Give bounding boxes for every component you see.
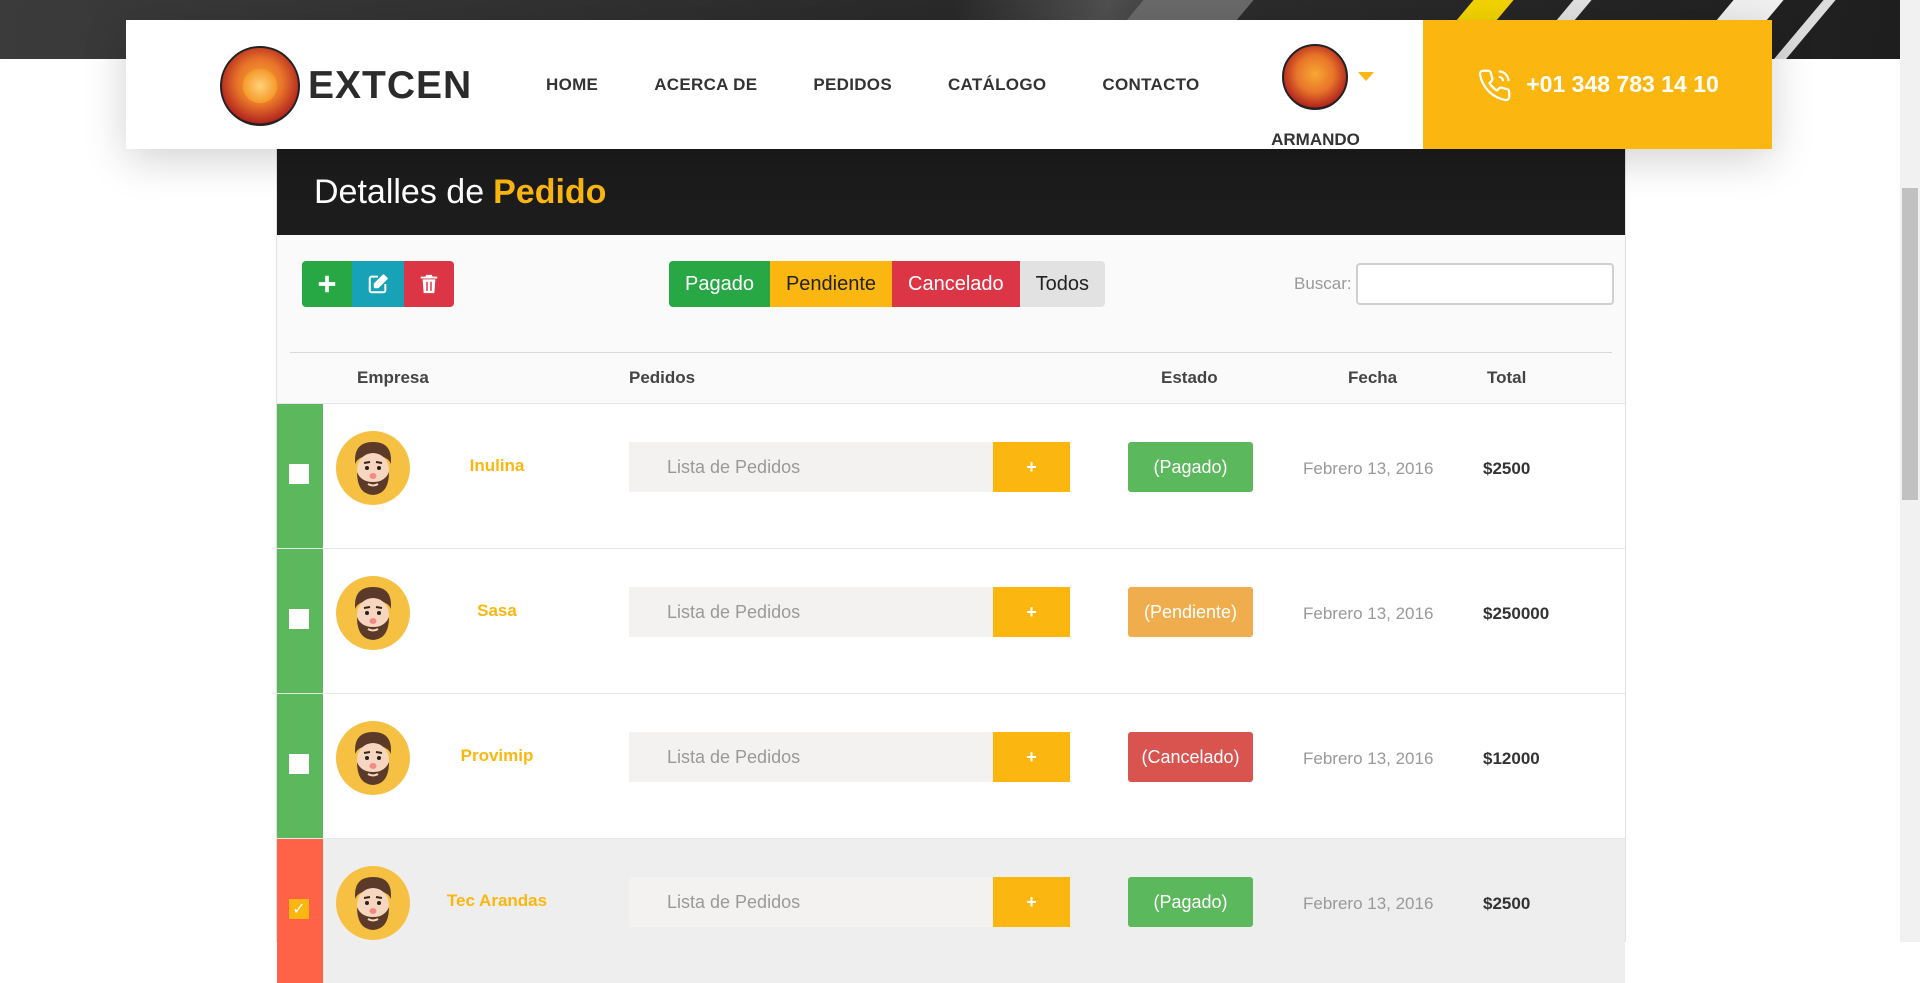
status-badge: (Pendiente) — [1128, 587, 1253, 637]
phone-icon — [1479, 69, 1511, 101]
caret-down-icon[interactable] — [1358, 72, 1374, 81]
row-orders-group: + — [629, 587, 1070, 637]
column-header-estado[interactable]: Estado — [1161, 368, 1218, 388]
status-filter: Pagado Pendiente Cancelado Todos — [669, 261, 1106, 307]
nav-pedidos[interactable]: PEDIDOS — [813, 75, 892, 95]
action-buttons — [302, 261, 454, 307]
edit-button[interactable] — [352, 261, 404, 307]
bearded-man-avatar-icon — [336, 576, 410, 650]
top-navbar: EXTCEN HOME ACERCA DE PEDIDOS CATÁLOGO C… — [126, 20, 1772, 149]
nav-catalogo[interactable]: CATÁLOGO — [948, 75, 1046, 95]
row-date: Febrero 13, 2016 — [1303, 459, 1434, 478]
row-date: Febrero 13, 2016 — [1303, 604, 1434, 623]
user-avatar[interactable] — [1282, 44, 1348, 110]
column-header-total[interactable]: Total — [1487, 368, 1526, 388]
phone-contact[interactable]: +01 348 783 14 10 — [1423, 20, 1772, 149]
nav-contacto[interactable]: CONTACTO — [1102, 75, 1199, 95]
order-details-panel: Detalles de Pedido Pagado Pendiente Canc… — [276, 149, 1626, 983]
trash-icon — [420, 274, 438, 294]
status-badge: (Pagado) — [1128, 877, 1253, 927]
add-button[interactable] — [302, 261, 352, 307]
row-orders-group: + — [629, 732, 1070, 782]
nav-home[interactable]: HOME — [546, 75, 598, 95]
filter-todos[interactable]: Todos — [1019, 261, 1106, 307]
status-badge: (Cancelado) — [1128, 732, 1253, 782]
filter-pendiente[interactable]: Pendiente — [769, 261, 893, 307]
row-orders-group: + — [629, 442, 1070, 492]
row-company-name[interactable]: Tec Arandas — [437, 839, 557, 963]
bearded-man-avatar-icon — [336, 431, 410, 505]
edit-icon — [368, 274, 388, 294]
panel-header: Detalles de Pedido — [277, 149, 1625, 235]
add-order-button[interactable]: + — [993, 587, 1070, 637]
column-header-fecha[interactable]: Fecha — [1348, 368, 1397, 388]
status-badge: (Pagado) — [1128, 442, 1253, 492]
row-total: $2500 — [1483, 459, 1531, 478]
bearded-man-avatar-icon — [336, 866, 410, 940]
delete-button[interactable] — [404, 261, 454, 307]
table-row[interactable]: Provimip + (Cancelado) Febrero 13, 2016 … — [277, 693, 1625, 838]
nav-acerca-de[interactable]: ACERCA DE — [654, 75, 757, 95]
brand-logo[interactable]: EXTCEN — [220, 46, 472, 126]
row-total: $12000 — [1483, 749, 1540, 768]
filter-cancelado[interactable]: Cancelado — [892, 261, 1020, 307]
column-header-pedidos[interactable]: Pedidos — [629, 368, 695, 388]
column-header-empresa[interactable]: Empresa — [357, 368, 429, 388]
row-checkbox[interactable] — [289, 464, 309, 484]
logo-emblem-icon — [220, 46, 300, 126]
add-order-button[interactable]: + — [993, 442, 1070, 492]
orders-list-field[interactable] — [629, 732, 993, 782]
table-row[interactable]: ✓ Tec Arandas + (Pagado) Febrero 13, 201… — [277, 838, 1625, 983]
add-order-button[interactable]: + — [993, 877, 1070, 927]
bearded-man-avatar-icon — [336, 721, 410, 795]
search-input[interactable] — [1355, 263, 1614, 305]
table-header: Empresa Pedidos Estado Fecha Total — [290, 352, 1612, 403]
search-label: Buscar: — [1294, 274, 1352, 293]
phone-number: +01 348 783 14 10 — [1526, 71, 1719, 97]
scrollbar-thumb[interactable] — [1902, 188, 1918, 500]
add-order-button[interactable]: + — [993, 732, 1070, 782]
row-checkbox[interactable]: ✓ — [289, 899, 309, 919]
orders-list-field[interactable] — [629, 587, 993, 637]
row-company-name[interactable]: Sasa — [437, 549, 557, 673]
row-total: $2500 — [1483, 894, 1531, 913]
page-scrollbar[interactable] — [1900, 0, 1920, 942]
filter-pagado[interactable]: Pagado — [669, 261, 770, 307]
row-company-name[interactable]: Inulina — [437, 404, 557, 528]
plus-icon — [318, 275, 336, 293]
row-company-name[interactable]: Provimip — [437, 694, 557, 818]
user-name[interactable]: ARMANDO — [1258, 130, 1373, 150]
toolbar: Pagado Pendiente Cancelado Todos Buscar: — [277, 235, 1625, 352]
row-date: Febrero 13, 2016 — [1303, 894, 1434, 913]
user-menu[interactable]: ARMANDO — [1258, 42, 1378, 149]
orders-list-field[interactable] — [629, 877, 993, 927]
orders-table: Empresa Pedidos Estado Fecha Total Inuli… — [277, 352, 1625, 983]
row-checkbox[interactable] — [289, 609, 309, 629]
search-box: Buscar: — [1294, 263, 1614, 305]
brand-name: EXTCEN — [308, 64, 473, 107]
table-row[interactable]: Sasa + (Pendiente) Febrero 13, 2016 $250… — [277, 548, 1625, 693]
panel-title-accent: Pedido — [493, 172, 607, 211]
panel-title: Detalles de — [314, 172, 485, 211]
row-orders-group: + — [629, 877, 1070, 927]
orders-list-field[interactable] — [629, 442, 993, 492]
row-date: Febrero 13, 2016 — [1303, 749, 1434, 768]
main-nav: HOME ACERCA DE PEDIDOS CATÁLOGO CONTACTO — [546, 20, 1256, 149]
row-total: $250000 — [1483, 604, 1550, 623]
row-checkbox[interactable] — [289, 754, 309, 774]
table-row[interactable]: Inulina + (Pagado) Febrero 13, 2016 $250… — [277, 403, 1625, 548]
